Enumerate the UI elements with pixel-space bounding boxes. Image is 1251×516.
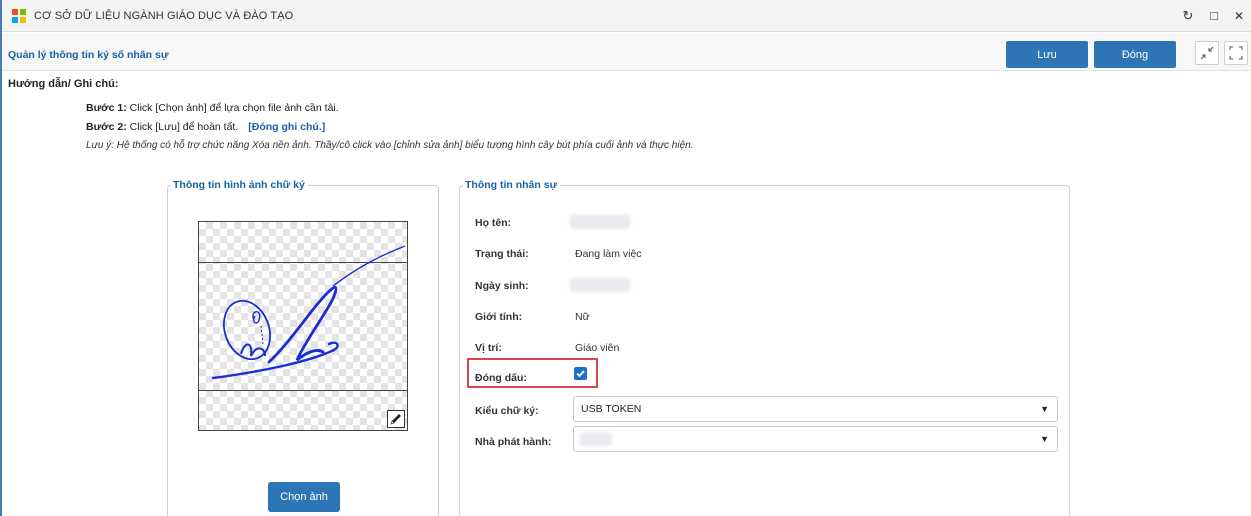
page-header: Quản lý thông tin ký số nhân sự Lưu Đóng — [2, 33, 1251, 71]
status-label: Trạng thái: — [475, 248, 529, 260]
sign-type-label: Kiểu chữ ký: — [475, 405, 539, 417]
close-note-link[interactable]: [Đóng ghi chú.] — [248, 121, 325, 133]
staff-info-panel: Thông tin nhân sự Họ tên: Trạng thái: Đa… — [459, 179, 1070, 516]
app-logo-icon — [12, 9, 26, 23]
page-title: Quản lý thông tin ký số nhân sự — [8, 49, 169, 61]
name-value-redacted — [570, 215, 630, 229]
fullscreen-icon[interactable] — [1224, 41, 1248, 65]
close-icon[interactable]: ✕ — [1230, 8, 1248, 24]
edit-image-icon[interactable] — [387, 410, 405, 428]
guide-title: Hướng dẫn/ Ghi chú: — [8, 78, 119, 90]
sign-type-select[interactable]: USB TOKEN ▼ — [573, 396, 1058, 422]
signature-panel: Thông tin hình ảnh chữ ký Chọn ảnh — [167, 179, 439, 516]
chevron-down-icon: ▼ — [1040, 434, 1049, 444]
position-value: Giáo viên — [575, 342, 620, 354]
staff-legend: Thông tin nhân sự — [463, 179, 561, 191]
signature-image — [198, 221, 408, 431]
refresh-icon[interactable]: ↻ — [1179, 8, 1197, 24]
sign-type-value: USB TOKEN — [581, 403, 642, 415]
status-value: Đang làm việc — [575, 248, 642, 260]
issuer-value-redacted — [580, 432, 612, 446]
close-button[interactable]: Đóng — [1094, 41, 1176, 68]
choose-image-button[interactable]: Chọn ảnh — [268, 482, 340, 512]
maximize-icon[interactable]: □ — [1205, 8, 1223, 24]
gender-value: Nữ — [575, 311, 590, 323]
dob-label: Ngày sinh: — [475, 280, 529, 292]
guide-note: Lưu ý: Hệ thống có hỗ trợ chức năng Xóa … — [86, 140, 694, 151]
chevron-down-icon: ▼ — [1040, 404, 1049, 414]
issuer-select[interactable]: ▼ — [573, 426, 1058, 452]
app-window: CƠ SỞ DỮ LIỆU NGÀNH GIÁO DỤC VÀ ĐÀO TẠO … — [0, 0, 1251, 516]
title-bar: CƠ SỞ DỮ LIỆU NGÀNH GIÁO DỤC VÀ ĐÀO TẠO … — [2, 0, 1251, 32]
save-button[interactable]: Lưu — [1006, 41, 1088, 68]
issuer-label: Nhà phát hành: — [475, 436, 552, 448]
gender-label: Giới tính: — [475, 311, 523, 323]
position-label: Vị trí: — [475, 342, 502, 354]
stamp-checkbox[interactable] — [574, 367, 587, 380]
signature-legend: Thông tin hình ảnh chữ ký — [171, 179, 308, 191]
dob-value-redacted — [570, 278, 630, 292]
guide-step-2: Bước 2: Click [Lưu] để hoàn tất. [Đóng gh… — [86, 121, 326, 133]
guide-step-1: Bước 1: Click [Chọn ảnh] để lựa chọn fil… — [86, 102, 339, 114]
app-title: CƠ SỞ DỮ LIỆU NGÀNH GIÁO DỤC VÀ ĐÀO TẠO — [34, 10, 294, 22]
stamp-label: Đóng dấu: — [475, 372, 527, 384]
collapse-icon[interactable] — [1195, 41, 1219, 65]
name-label: Họ tên: — [475, 217, 512, 229]
